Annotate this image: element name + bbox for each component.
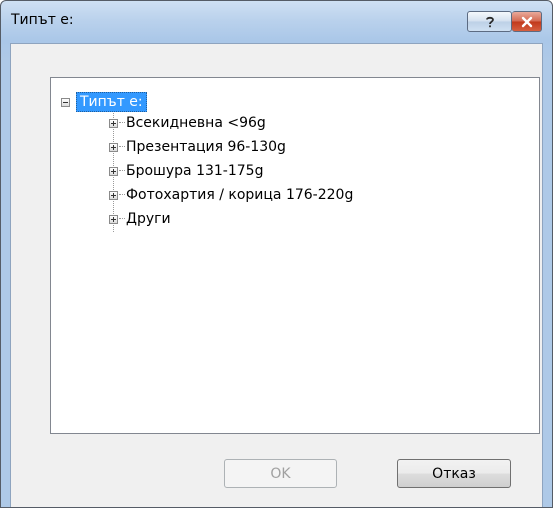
- tree-item-other[interactable]: Други: [109, 209, 171, 229]
- tree-item-label[interactable]: Всекидневна <96g: [126, 115, 266, 131]
- tree-item-daily[interactable]: Всекидневна <96g: [109, 113, 266, 133]
- tree-item-label[interactable]: Фотохартия / корица 176-220g: [126, 187, 353, 203]
- expand-icon[interactable]: [109, 214, 118, 224]
- expand-icon[interactable]: [109, 166, 118, 176]
- tree-item-label[interactable]: Брошура 131-175g: [126, 163, 263, 179]
- expand-icon[interactable]: [109, 190, 118, 200]
- tree-item-photo-cover[interactable]: Фотохартия / корица 176-220g: [109, 185, 353, 205]
- window-title: Типът е:: [11, 12, 74, 28]
- tree-root-node[interactable]: Типът е:: [61, 92, 147, 112]
- dialog-window: Типът е: Типът е: Всекидневна <96g Презе…: [0, 0, 553, 508]
- close-button[interactable]: [512, 11, 542, 32]
- collapse-icon[interactable]: [61, 97, 70, 107]
- tree-item-brochure[interactable]: Брошура 131-175g: [109, 161, 263, 181]
- cancel-button[interactable]: Отказ: [397, 459, 511, 488]
- expand-icon[interactable]: [109, 142, 118, 152]
- ok-button[interactable]: OK: [224, 459, 337, 488]
- title-bar[interactable]: Типът е:: [1, 1, 552, 43]
- tree-item-label[interactable]: Други: [126, 211, 171, 227]
- help-button[interactable]: [467, 11, 512, 32]
- tree-item-presentation[interactable]: Презентация 96-130g: [109, 137, 286, 157]
- question-mark-icon: [485, 16, 494, 27]
- paper-type-tree[interactable]: Типът е: Всекидневна <96g Презентация 96…: [50, 77, 540, 434]
- expand-icon[interactable]: [109, 118, 118, 128]
- tree-item-label[interactable]: Презентация 96-130g: [126, 139, 286, 155]
- tree-root-label[interactable]: Типът е:: [76, 92, 147, 112]
- close-icon: [521, 16, 532, 27]
